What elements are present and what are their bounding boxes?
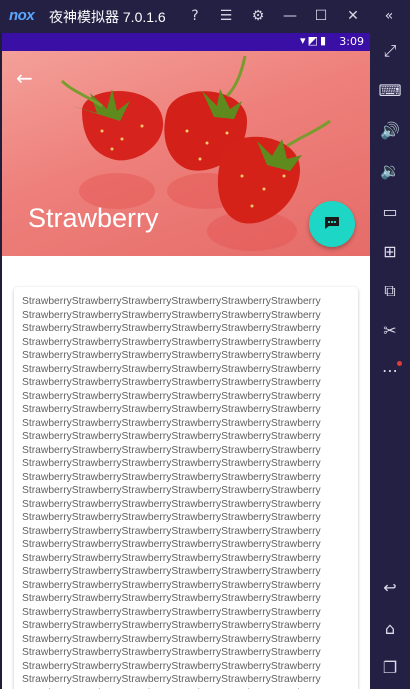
phone-screen: ▾◩▮ 3:09 ← Strawberry StrawberryStrawber…: [2, 33, 370, 689]
android-statusbar: ▾◩▮ 3:09: [2, 33, 370, 51]
window-title: 夜神模拟器 7.0.1.6: [49, 9, 166, 25]
back-icon[interactable]: ↩: [378, 576, 402, 600]
home-icon[interactable]: ⌂: [378, 617, 402, 641]
notification-dot: [397, 361, 402, 366]
volume-up-icon[interactable]: 🔊: [378, 119, 402, 143]
multi-instance-icon[interactable]: ⧉: [378, 279, 402, 303]
apk-install-icon[interactable]: ⊞: [378, 240, 402, 264]
card-body-text: StrawberryStrawberryStrawberryStrawberry…: [22, 296, 321, 689]
gear-icon[interactable]: ⚙: [248, 6, 268, 26]
collapse-icon[interactable]: «: [379, 6, 399, 26]
signal-icons: ▾◩▮: [300, 34, 328, 47]
chat-fab-button[interactable]: [309, 201, 355, 247]
maximize-icon[interactable]: ☐: [311, 6, 331, 26]
help-icon[interactable]: ?: [185, 6, 205, 26]
keyboard-icon[interactable]: ⌨: [378, 79, 402, 103]
close-icon[interactable]: ✕: [343, 6, 363, 26]
emulator-titlebar: nox 夜神模拟器 7.0.1.6 ? ☰ ⚙ — ☐ ✕ «: [0, 0, 410, 33]
content-card: StrawberryStrawberryStrawberryStrawberry…: [14, 287, 358, 689]
status-time: 3:09: [339, 35, 364, 48]
back-arrow-icon[interactable]: ←: [16, 67, 38, 89]
page-title: Strawberry: [28, 203, 159, 233]
menu-icon[interactable]: ☰: [216, 6, 236, 26]
recent-apps-icon[interactable]: ❐: [378, 656, 402, 680]
screen-icon[interactable]: ▭: [378, 200, 402, 224]
nox-logo: nox: [9, 7, 35, 24]
emulator-sidebar: ⤢ ⌨ 🔊 🔉 ▭ ⊞ ⧉ ✂ ⋯ ↩ ⌂ ❐: [370, 33, 410, 689]
scissors-icon[interactable]: ✂: [378, 319, 402, 343]
volume-down-icon[interactable]: 🔉: [378, 159, 402, 183]
minimize-icon[interactable]: —: [280, 6, 300, 26]
chat-icon: [325, 217, 339, 229]
fullscreen-icon[interactable]: ⤢: [378, 39, 402, 63]
